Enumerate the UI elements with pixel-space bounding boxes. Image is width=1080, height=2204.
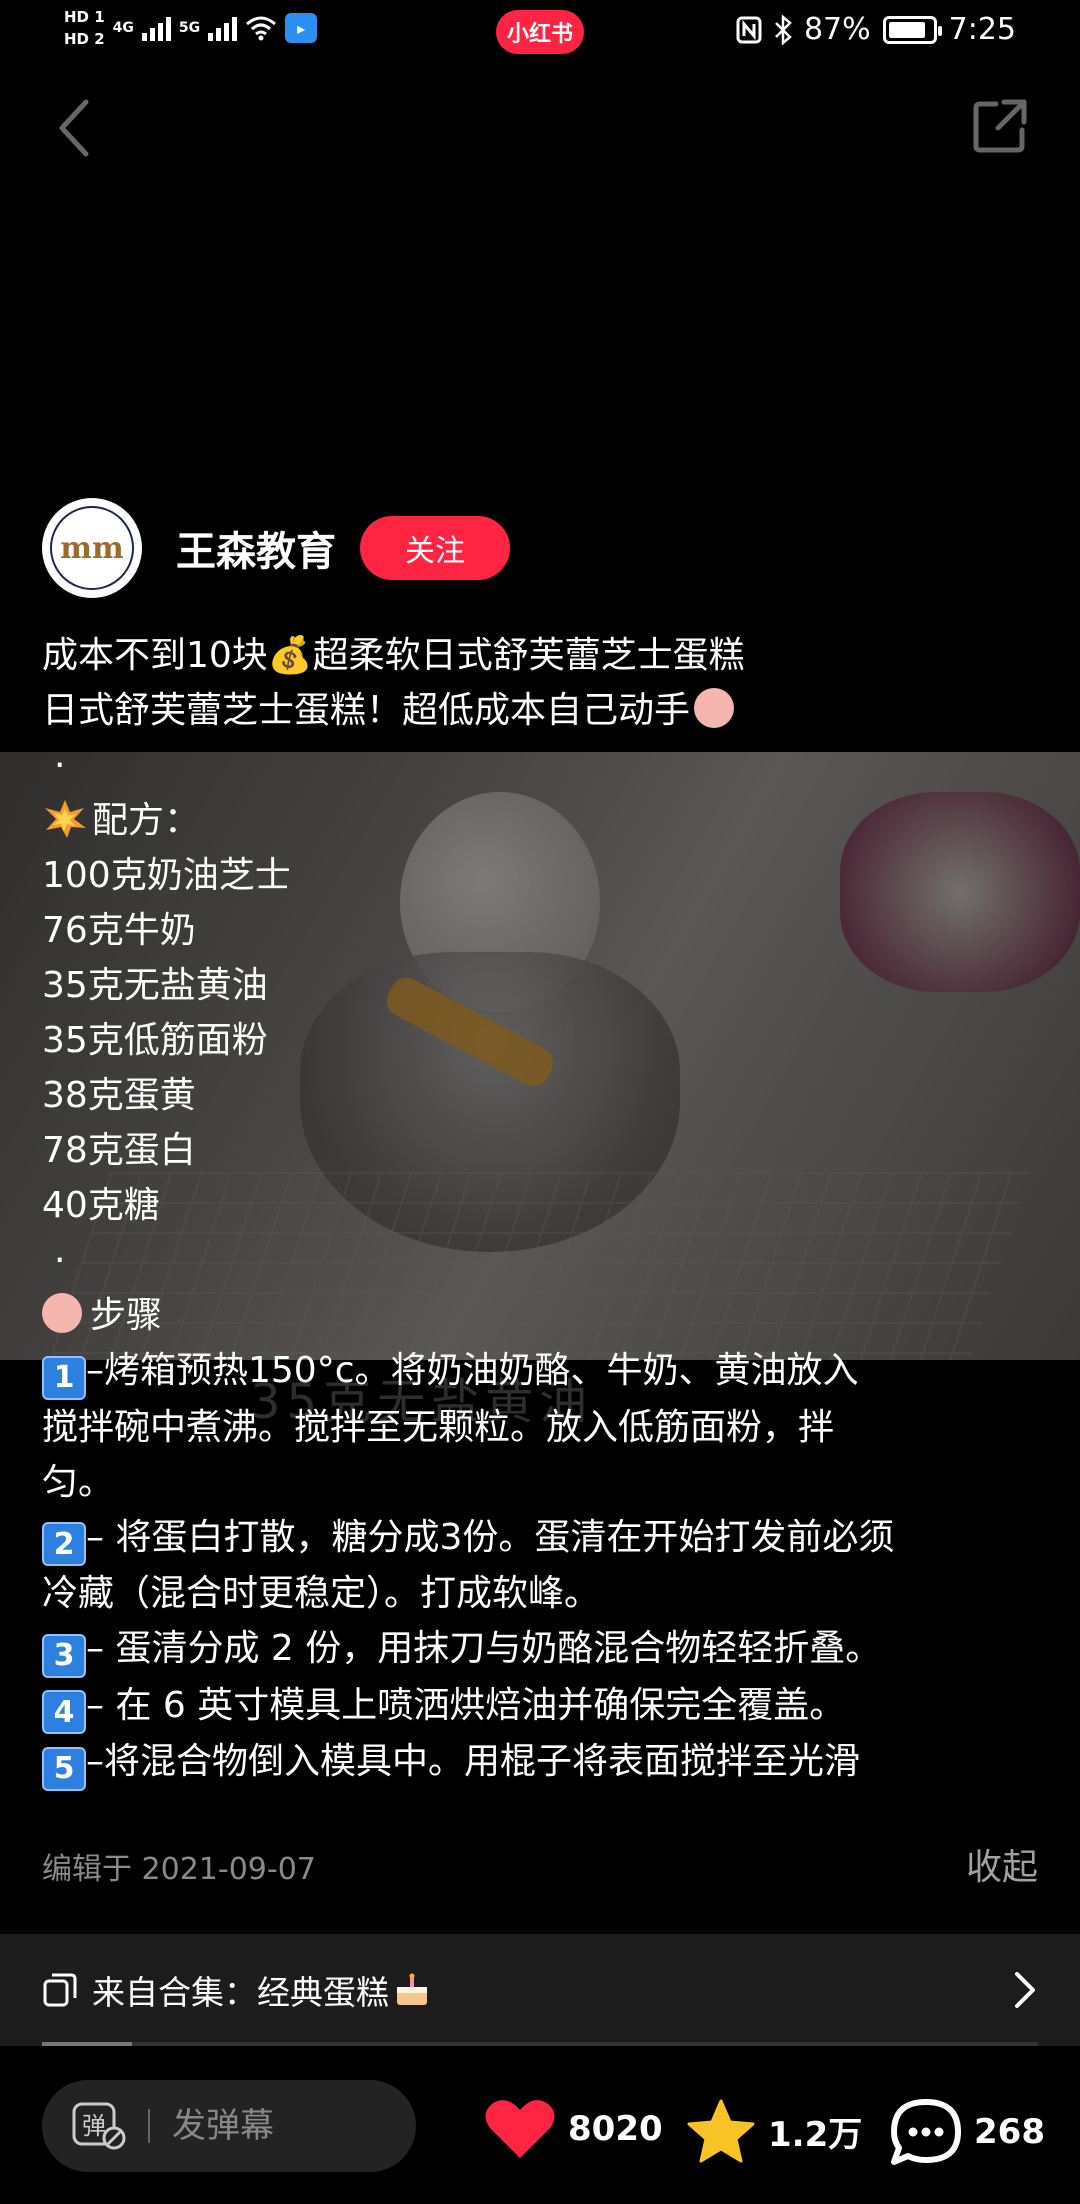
danmu-icon-text: 弹 xyxy=(82,2112,106,2140)
ingredient-item: 78克蛋白 xyxy=(42,1130,196,1171)
avatar-ring xyxy=(50,506,134,590)
star-icon xyxy=(687,2099,755,2163)
step-number-icon: 2 xyxy=(42,1522,86,1566)
back-arrow-icon[interactable] xyxy=(50,96,100,160)
like-count: 8020 xyxy=(568,2109,663,2149)
danmu-input[interactable] xyxy=(172,2106,372,2146)
step-line: 1 –烤箱预热150°c。将奶油奶酪、牛奶、黄油放入 xyxy=(42,1343,1042,1400)
favorite-button[interactable]: 1.2万 xyxy=(686,2098,862,2164)
comment-icon xyxy=(891,2099,961,2165)
ingredient-item: 76克牛奶 xyxy=(42,910,196,951)
ingredient-item: 100克奶油芝士 xyxy=(42,855,291,896)
share-icon[interactable] xyxy=(970,96,1030,156)
hd-indicator: HD 1 HD 2 xyxy=(64,6,105,50)
post-subtitle-line: 日式舒芙蕾芝士蛋糕！超低成本自己动手 xyxy=(42,683,1042,738)
danmu-toggle-icon[interactable]: 弹 xyxy=(72,2102,126,2150)
clock: 7:25 xyxy=(948,12,1016,47)
steps-heading: 步骤 xyxy=(90,1295,163,1336)
step-text: – 蛋清分成 2 份，用抹刀与奶酪混合物轻轻折叠。 xyxy=(86,1628,882,1669)
step-number-icon: 5 xyxy=(42,1746,86,1791)
battery-fill xyxy=(888,21,926,38)
collection-bar[interactable]: 来自合集：经典蛋糕 xyxy=(0,1934,1080,2046)
step-text: –烤箱预热150°c。将奶油奶酪、牛奶、黄油放入 xyxy=(86,1350,859,1391)
cake-icon xyxy=(397,1973,427,2005)
collection-label: 来自合集：经典蛋糕 xyxy=(92,1973,389,2012)
step-line: 5 –将混合物倒入模具中。用棍子将表面搅拌至光滑 xyxy=(42,1734,1042,1791)
hd2-label: HD 2 xyxy=(64,30,105,48)
danmu-box[interactable]: 弹 xyxy=(42,2080,416,2172)
step-line: 2– 将蛋白打散，糖分成3份。蛋清在开始打发前必须 xyxy=(42,1510,1042,1566)
status-left: HD 1 HD 2 4G 5G ▸ xyxy=(64,6,318,50)
dot-separator: · xyxy=(54,1240,66,1281)
bluetooth-icon xyxy=(775,14,792,45)
danmu-separator xyxy=(148,2109,150,2143)
step-number-icon: 1 xyxy=(42,1355,86,1400)
status-right: 87% 7:25 xyxy=(736,12,1016,47)
status-bar: HD 1 HD 2 4G 5G ▸ 小红书 87% 7:25 xyxy=(0,0,1080,64)
step-line: 搅拌碗中煮沸。搅拌至无颗粒。放入低筋面粉，拌 xyxy=(42,1406,835,1448)
recipe-heading-line: 配方： xyxy=(42,793,1042,848)
comment-button[interactable]: 268 xyxy=(890,2098,1045,2166)
follow-button[interactable]: 关注 xyxy=(360,516,510,580)
step-line: 3– 蛋清分成 2 份，用抹刀与奶酪混合物轻轻折叠。 xyxy=(42,1621,1042,1678)
step-line: 匀。 xyxy=(42,1461,115,1503)
post-body: 成本不到10块💰超柔软日式舒芙蕾芝士蛋糕 日式舒芙蕾芝士蛋糕！超低成本自己动手 … xyxy=(42,628,1042,1791)
app-badge: 小红书 xyxy=(496,10,584,54)
recipe-heading: 配方： xyxy=(92,800,201,841)
step-number-icon: 3 xyxy=(42,1633,86,1678)
collapse-button[interactable]: 收起 xyxy=(966,1838,1038,1890)
post-title: 成本不到10块💰超柔软日式舒芙蕾芝士蛋糕 xyxy=(42,635,745,676)
signal-icon xyxy=(141,15,171,41)
steps-heading-line: 步骤 xyxy=(42,1288,1042,1343)
battery-icon xyxy=(882,15,942,44)
avatar[interactable]: ⅿⅿ xyxy=(42,498,142,598)
explosion-icon xyxy=(45,800,86,838)
network-label-1: 4G xyxy=(112,20,134,36)
step-text: –将混合物倒入模具中。用棍子将表面搅拌至光滑 xyxy=(86,1741,861,1782)
hd1-label: HD 1 xyxy=(64,8,105,26)
chevron-right-icon[interactable] xyxy=(1012,1970,1038,2010)
signal-icon xyxy=(208,15,238,41)
author-row: ⅿⅿ 王森教育 关注 xyxy=(42,498,510,598)
post-subtitle: 日式舒芙蕾芝士蛋糕！超低成本自己动手 xyxy=(42,690,691,731)
step-number-icon: 4 xyxy=(42,1690,86,1734)
edit-date: 编辑于 2021-09-07 xyxy=(42,1852,316,1887)
favorite-count: 1.2万 xyxy=(768,2114,863,2155)
ingredient-item: 35克无盐黄油 xyxy=(42,965,268,1006)
comment-count: 268 xyxy=(974,2112,1045,2152)
step-line: 4– 在 6 英寸模具上喷洒烘焙油并确保完全覆盖。 xyxy=(42,1678,1042,1734)
nfc-icon xyxy=(736,16,762,43)
dot-separator: · xyxy=(54,745,66,786)
ingredient-item: 35克低筋面粉 xyxy=(42,1020,268,1061)
network-label-2: 5G xyxy=(178,20,201,36)
step-text: – 在 6 英寸模具上喷洒烘焙油并确保完全覆盖。 xyxy=(86,1684,846,1726)
emoji-icon xyxy=(694,688,735,728)
ingredient-item: 40克糖 xyxy=(42,1185,160,1226)
bottom-bar: 弹 8020 1.2万 268 xyxy=(0,2046,1080,2204)
step-text: – 将蛋白打散，糖分成3份。蛋清在开始打发前必须 xyxy=(86,1516,895,1558)
wifi-icon xyxy=(246,16,277,41)
like-button[interactable]: 8020 xyxy=(484,2098,663,2160)
author-name[interactable]: 王森教育 xyxy=(176,519,336,577)
emoji-icon xyxy=(42,1293,82,1333)
ingredient-item: 38克蛋黄 xyxy=(42,1075,196,1116)
heart-icon xyxy=(485,2100,555,2158)
step-line: 冷藏（混合时更稳定）。打成软峰。 xyxy=(42,1573,601,1614)
delivery-icon: ▸ xyxy=(285,13,318,43)
battery-percent: 87% xyxy=(803,12,871,47)
collection-icon xyxy=(43,1973,77,2007)
